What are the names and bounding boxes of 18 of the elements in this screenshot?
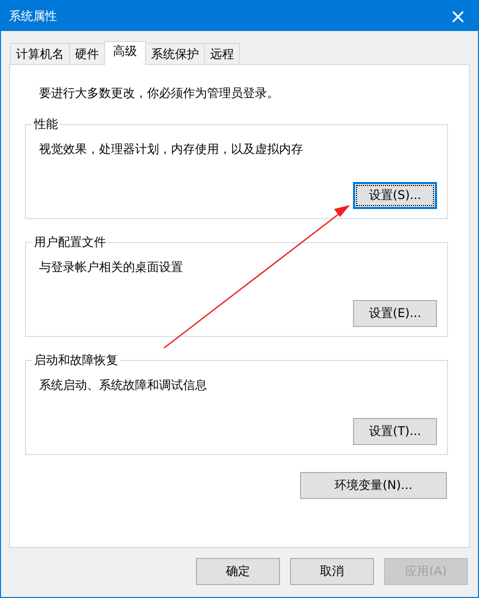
settings-button[interactable]: 设置(E)...	[353, 300, 437, 327]
tab[interactable]: 计算机名	[10, 43, 70, 64]
group-description: 与登录帐户相关的桌面设置	[39, 259, 184, 276]
environment-variables-button[interactable]: 环境变量(N)...	[300, 472, 447, 499]
group-description: 视觉效果，处理器计划，内存使用，以及虚拟内存	[39, 141, 304, 158]
settings-button[interactable]: 设置(S)...	[353, 182, 437, 209]
dialog-button[interactable]: 确定	[196, 558, 280, 585]
tab[interactable]: 高级	[104, 41, 146, 65]
window-title: 系统属性	[9, 8, 57, 24]
admin-notice: 要进行大多数更改，你必须作为管理员登录。	[39, 85, 280, 102]
close-button[interactable]: ×	[438, 1, 478, 31]
group-title: 用户配置文件	[33, 234, 107, 251]
group-title: 启动和故障恢复	[33, 352, 119, 369]
group-description: 系统启动、系统故障和调试信息	[39, 377, 208, 394]
group-title: 性能	[32, 116, 59, 133]
dialog-button[interactable]: 取消	[290, 558, 374, 585]
tab[interactable]: 远程	[204, 43, 240, 64]
settings-button[interactable]: 设置(T)...	[353, 418, 437, 445]
